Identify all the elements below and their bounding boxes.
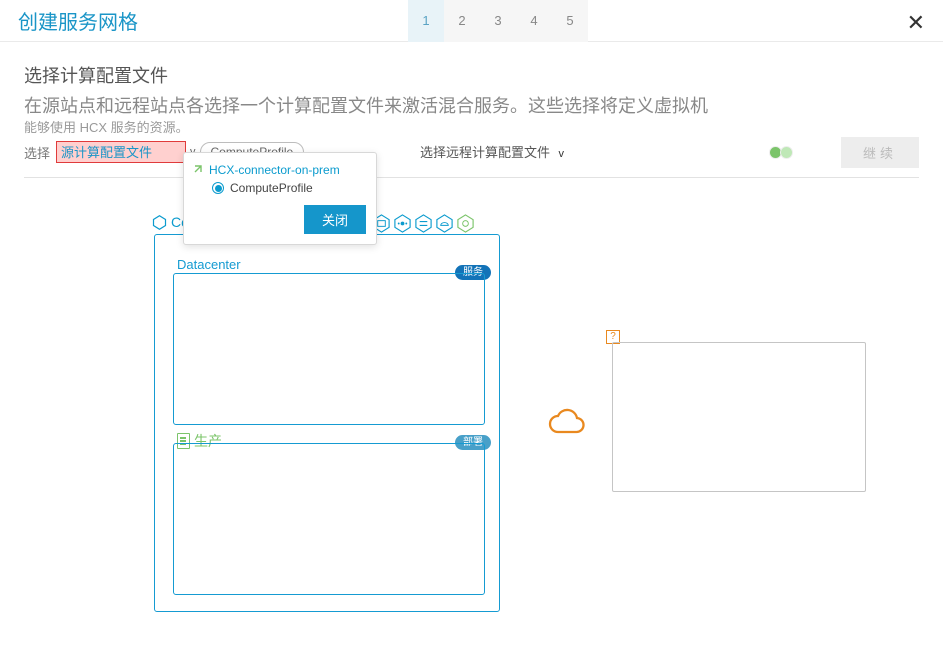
step-1[interactable]: 1 (408, 0, 444, 42)
continue-button[interactable]: 继续 (841, 137, 919, 168)
status-dot-light (780, 146, 793, 159)
section-desc: 在源站点和远程站点各选择一个计算配置文件来激活混合服务。这些选择将定义虚拟机 能… (24, 94, 919, 137)
step-3[interactable]: 3 (480, 0, 516, 42)
step-5[interactable]: 5 (552, 0, 588, 42)
divider (24, 177, 919, 178)
service-icon-4 (435, 214, 454, 233)
topology-diagram: ComputeProfile Datacenter 服务 生产 部署 ? (24, 214, 919, 634)
cloud-icon (546, 406, 588, 438)
wizard-body: 选择计算配置文件 在源站点和远程站点各选择一个计算配置文件来激活混合服务。这些选… (0, 42, 943, 654)
hexagon-icon (152, 215, 167, 230)
production-box (173, 443, 485, 595)
service-icons-row (372, 214, 475, 233)
desc-line-2: 能够使用 HCX 服务的资源。 (24, 119, 919, 137)
source-profile-field[interactable]: 源计算配置文件 (56, 141, 186, 163)
section-title: 选择计算配置文件 (24, 62, 919, 88)
datacenter-box (173, 273, 485, 425)
step-indicator: 1 2 3 4 5 (408, 0, 588, 42)
source-label: 选择 (24, 143, 50, 162)
service-icon-3 (414, 214, 433, 233)
popup-site-row[interactable]: HCX-connector-on-prem (194, 161, 366, 179)
desc-line-1: 在源站点和远程站点各选择一个计算配置文件来激活混合服务。这些选择将定义虚拟机 (24, 96, 708, 116)
service-icon-2 (393, 214, 412, 233)
remote-site-box (612, 342, 866, 492)
source-site-box: Datacenter 服务 生产 部署 (154, 234, 500, 612)
radio-selected-icon (212, 182, 224, 194)
popup-profile-row[interactable]: ComputeProfile (194, 179, 366, 197)
popup-site-name: HCX-connector-on-prem (209, 163, 340, 177)
remote-profile-select[interactable]: 选择远程计算配置文件 v (420, 142, 564, 162)
close-icon[interactable]: ✕ (907, 10, 925, 36)
chevron-down-icon: v (558, 148, 564, 160)
popup-actions: 关闭 (194, 205, 366, 234)
remote-label: 选择远程计算配置文件 (420, 145, 550, 160)
status-dots (771, 146, 793, 159)
profile-dropdown-popup: HCX-connector-on-prem ComputeProfile 关闭 (183, 152, 377, 245)
continue-wrapper: 继续 (841, 137, 919, 168)
profile-selector-row: 选择 源计算配置文件 v ComputeProfile 选择远程计算配置文件 v… (24, 141, 919, 163)
popup-close-button[interactable]: 关闭 (304, 205, 366, 234)
page-title: 创建服务网格 (18, 6, 138, 35)
step-2[interactable]: 2 (444, 0, 480, 42)
wizard-header: 创建服务网格 1 2 3 4 5 ✕ (0, 0, 943, 42)
service-icon-5 (456, 214, 475, 233)
datacenter-label: Datacenter (177, 257, 241, 272)
popup-profile-name: ComputeProfile (230, 181, 313, 195)
step-4[interactable]: 4 (516, 0, 552, 42)
arrow-icon (194, 165, 205, 176)
